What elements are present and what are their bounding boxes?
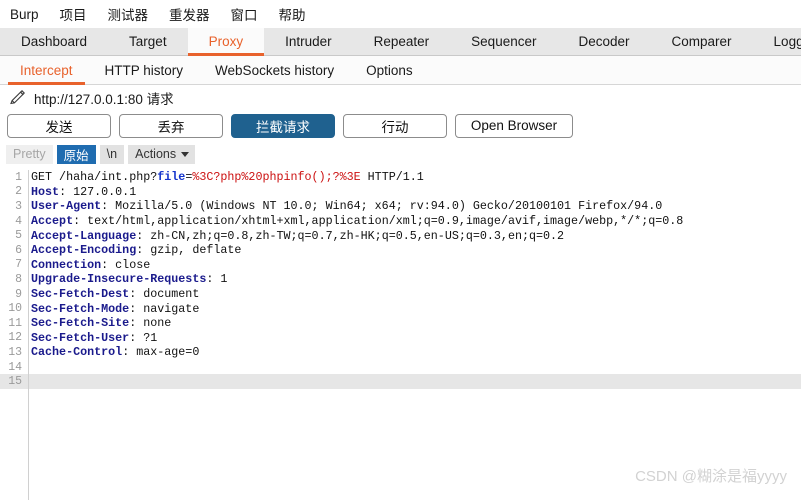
action-button[interactable]: 行动: [343, 113, 447, 138]
line-number: 5: [15, 229, 22, 243]
menu-item-5[interactable]: 窗口: [229, 3, 260, 25]
chevron-down-icon: [181, 151, 190, 157]
editor-line: 12 Sec-Fetch-User: ?1: [0, 331, 801, 346]
intercept-toggle-button[interactable]: 拦截请求: [231, 113, 335, 138]
request-editor[interactable]: 1 GET /haha/int.php?file=%3C?php%20phpinf…: [0, 170, 801, 500]
line-number: 4: [15, 214, 22, 228]
menu-item-6[interactable]: 帮助: [277, 3, 308, 25]
tab-logger[interactable]: Logger: [753, 28, 801, 55]
subtab-websockets-history[interactable]: WebSockets history: [199, 56, 350, 84]
line-content: Sec-Fetch-Site: none: [31, 316, 172, 331]
open-browser-button[interactable]: Open Browser: [455, 113, 573, 138]
actions-menu-button[interactable]: Actions: [128, 144, 196, 164]
intercepted-request-header: http://127.0.0.1:80 请求: [0, 85, 801, 110]
editor-line: 14: [0, 360, 801, 375]
tab-dashboard[interactable]: Dashboard: [0, 28, 108, 55]
line-content: Accept-Encoding: gzip, deflate: [31, 243, 242, 258]
actions-menu-label: Actions: [135, 147, 177, 161]
line-content: Sec-Fetch-Dest: document: [31, 287, 200, 302]
menu-item-4[interactable]: 重发器: [167, 3, 212, 25]
editor-line: 1 GET /haha/int.php?file=%3C?php%20phpinf…: [0, 170, 801, 185]
editor-line: 5 Accept-Language: zh-CN,zh;q=0.8,zh-TW;q…: [0, 228, 801, 243]
tab-target[interactable]: Target: [108, 28, 188, 55]
newline-toggle-button[interactable]: \n: [99, 144, 125, 164]
drop-button[interactable]: 丢弃: [119, 113, 223, 138]
editor-line: 3 User-Agent: Mozilla/5.0 (Windows NT 10.…: [0, 199, 801, 214]
editor-line: 15: [0, 374, 801, 389]
line-content: Sec-Fetch-Mode: navigate: [31, 301, 200, 316]
tab-proxy[interactable]: Proxy: [187, 28, 265, 56]
line-number: 1: [15, 170, 22, 184]
line-content: Accept-Language: zh-CN,zh;q=0.8,zh-TW;q=…: [31, 228, 565, 243]
editor-line: 2 Host: 127.0.0.1: [0, 185, 801, 200]
intercept-action-buttons: 发送 丢弃 拦截请求 行动 Open Browser: [0, 110, 801, 141]
line-content: Accept: text/html,application/xhtml+xml,…: [31, 214, 684, 229]
editor-line: 4 Accept: text/html,application/xhtml+xml…: [0, 214, 801, 229]
editor-line: 8 Upgrade-Insecure-Requests: 1: [0, 272, 801, 287]
pretty-view-button[interactable]: Pretty: [6, 144, 53, 164]
line-content: Connection: close: [31, 257, 151, 272]
line-number: 11: [8, 316, 22, 330]
forward-button[interactable]: 发送: [7, 113, 111, 138]
line-number: 12: [8, 331, 22, 345]
line-number: 2: [15, 185, 22, 199]
editor-line: 6 Accept-Encoding: gzip, deflate: [0, 243, 801, 258]
line-number: 8: [15, 272, 22, 286]
editor-line: 13 Cache-Control: max-age=0: [0, 345, 801, 360]
line-number: 9: [15, 287, 22, 301]
request-editor-rows: 1 GET /haha/int.php?file=%3C?php%20phpinf…: [0, 170, 801, 389]
menu-bar: Burp 项目 测试器 重发器 窗口 帮助: [0, 0, 801, 28]
line-content: GET /haha/int.php?file=%3C?php%20phpinfo…: [31, 170, 424, 185]
request-target-label: http://127.0.0.1:80 请求: [34, 91, 174, 107]
line-number: 13: [8, 345, 22, 359]
proxy-sub-tab-bar: Intercept HTTP history WebSockets history O…: [0, 56, 801, 85]
line-content: Sec-Fetch-User: ?1: [31, 330, 158, 345]
tab-decoder[interactable]: Decoder: [557, 28, 650, 55]
line-content: User-Agent: Mozilla/5.0 (Windows NT 10.0…: [31, 199, 663, 214]
tab-repeater[interactable]: Repeater: [353, 28, 451, 55]
line-number: 15: [8, 375, 22, 389]
main-tab-bar: Dashboard Target Proxy Intruder Repeater Sequ…: [0, 28, 801, 56]
subtab-intercept[interactable]: Intercept: [4, 56, 89, 85]
line-number: 10: [8, 302, 22, 316]
watermark: CSDN @糊涂是福yyyy: [635, 468, 787, 485]
line-content: Cache-Control: max-age=0: [31, 345, 200, 360]
tab-comparer[interactable]: Comparer: [651, 28, 753, 55]
raw-view-button[interactable]: 原始: [56, 144, 96, 164]
subtab-http-history[interactable]: HTTP history: [89, 56, 200, 84]
editor-line: 10 Sec-Fetch-Mode: navigate: [0, 301, 801, 316]
menu-item-1[interactable]: Burp: [8, 6, 41, 23]
editor-line: 7 Connection: close: [0, 258, 801, 273]
line-number: 14: [8, 360, 22, 374]
message-format-toolbar: Pretty 原始 \n Actions: [0, 141, 801, 167]
menu-item-2[interactable]: 项目: [58, 3, 89, 25]
line-number: 6: [15, 243, 22, 257]
menu-item-3[interactable]: 测试器: [106, 3, 151, 25]
pencil-icon: [9, 89, 26, 106]
editor-line: 11 Sec-Fetch-Site: none: [0, 316, 801, 331]
line-number: 3: [15, 199, 22, 213]
editor-line: 9 Sec-Fetch-Dest: document: [0, 287, 801, 302]
tab-sequencer[interactable]: Sequencer: [450, 28, 557, 55]
line-content: Host: 127.0.0.1: [31, 184, 137, 199]
tab-intruder[interactable]: Intruder: [264, 28, 353, 55]
line-content: Upgrade-Insecure-Requests: 1: [31, 272, 228, 287]
line-number: 7: [15, 258, 22, 272]
subtab-options[interactable]: Options: [350, 56, 429, 84]
gutter-divider: [28, 170, 29, 500]
